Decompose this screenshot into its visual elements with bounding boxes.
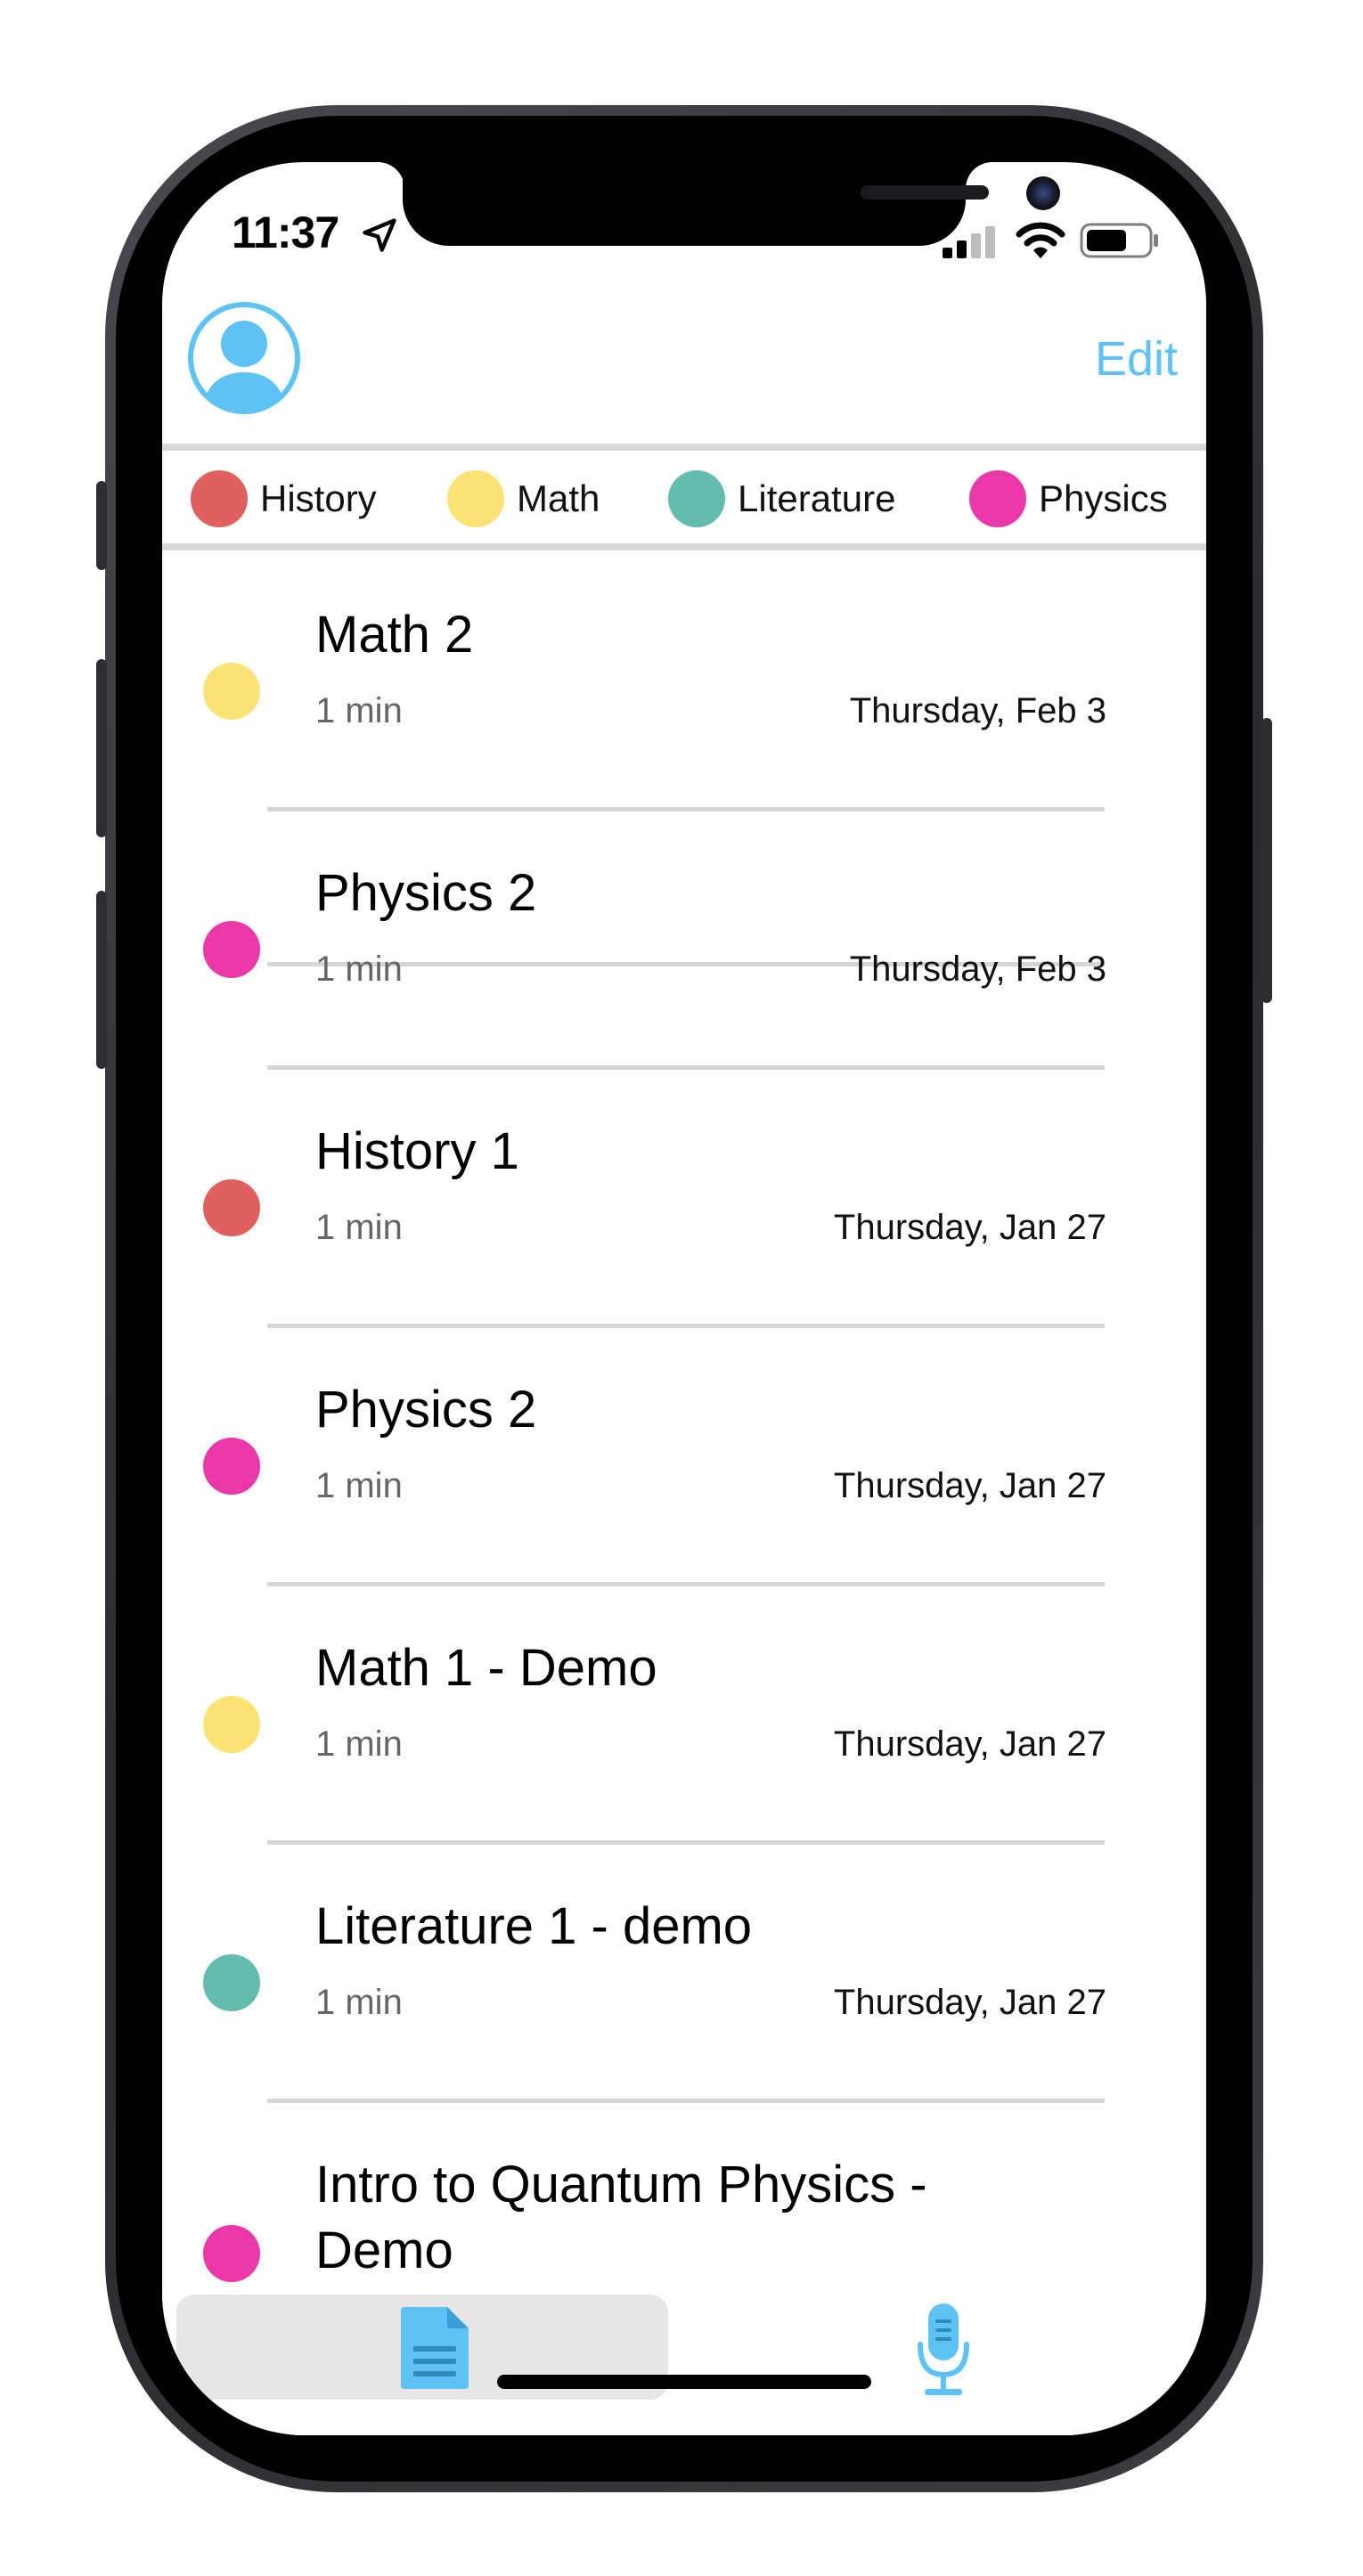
person-circle-icon[interactable] — [187, 301, 301, 415]
list-item[interactable]: Intro to Quantum Physics - Demo — [162, 2134, 1206, 2312]
cellular-signal-icon — [943, 226, 995, 258]
list-item[interactable]: Math 1 - Demo 1 min Thursday, Jan 27 — [162, 1618, 1206, 1876]
recording-duration: 1 min — [315, 1983, 403, 2022]
category-math[interactable]: Math — [447, 470, 600, 527]
row-divider — [267, 1324, 1105, 1328]
category-history[interactable]: History — [191, 470, 377, 527]
row-divider — [267, 807, 1105, 811]
category-label: Literature — [738, 477, 896, 519]
category-color-dot — [668, 470, 725, 527]
category-color-dot — [203, 921, 260, 978]
recording-date: Thursday, Feb 3 — [849, 950, 1106, 989]
recording-duration: 1 min — [315, 691, 403, 730]
recording-duration: 1 min — [315, 950, 403, 989]
recording-title: Physics 2 — [315, 1381, 537, 1439]
category-label: Math — [517, 477, 600, 519]
recording-duration: 1 min — [315, 1466, 403, 1505]
microphone-icon[interactable] — [916, 2303, 971, 2396]
row-divider — [267, 1065, 1105, 1070]
recording-duration: 1 min — [315, 1208, 403, 1247]
notch — [403, 162, 1060, 246]
location-arrow-icon — [363, 218, 396, 252]
category-label: History — [260, 477, 377, 519]
earpiece-speaker — [861, 185, 989, 200]
category-color-dot — [447, 470, 504, 527]
recording-title: Intro to Quantum Physics - Demo — [315, 2156, 927, 2279]
category-color-dot — [203, 2225, 260, 2282]
volume-down-button — [96, 891, 107, 1069]
category-color-dot — [203, 1954, 260, 2011]
recording-title: History 1 — [315, 1122, 519, 1180]
list-item[interactable]: Physics 2 1 min Thursday, Feb 3 — [162, 843, 1206, 1101]
recording-title: Math 2 — [315, 606, 474, 664]
category-color-dot — [969, 470, 1026, 527]
category-color-dot — [203, 1696, 260, 1753]
recording-date: Thursday, Jan 27 — [833, 1466, 1106, 1505]
edit-button[interactable]: Edit — [1095, 331, 1178, 387]
screen: 11:37 Edit History Math Literature Physi… — [162, 162, 1206, 2435]
category-color-dot — [203, 1179, 260, 1236]
row-divider — [267, 1582, 1105, 1586]
category-physics[interactable]: Physics — [969, 470, 1168, 527]
list-item[interactable]: History 1 1 min Thursday, Jan 27 — [162, 1101, 1206, 1359]
document-icon — [401, 2307, 469, 2389]
recording-title: Literature 1 - demo — [315, 1897, 753, 1955]
row-divider — [267, 2099, 1105, 2103]
battery-icon — [1080, 223, 1158, 258]
front-camera — [1026, 176, 1060, 210]
list-item[interactable]: Physics 2 1 min Thursday, Jan 27 — [162, 1359, 1206, 1618]
list-item[interactable]: Literature 1 - demo 1 min Thursday, Jan … — [162, 1876, 1206, 2134]
power-button — [1261, 718, 1272, 1003]
silent-switch — [96, 481, 107, 570]
category-color-dot — [203, 1438, 260, 1495]
category-label: Physics — [1039, 477, 1168, 519]
status-time: 11:37 — [232, 208, 339, 257]
recording-date: Thursday, Jan 27 — [833, 1724, 1106, 1764]
category-color-dot — [191, 470, 248, 527]
recording-date: Thursday, Jan 27 — [833, 1208, 1106, 1247]
volume-up-button — [96, 659, 107, 837]
recording-title: Math 1 - Demo — [315, 1639, 657, 1697]
list-item[interactable]: Math 2 1 min Thursday, Feb 3 — [162, 584, 1206, 843]
recording-duration: 1 min — [315, 1724, 403, 1764]
row-divider — [267, 1840, 1105, 1845]
recording-date: Thursday, Feb 3 — [849, 691, 1106, 730]
wifi-icon — [1016, 222, 1065, 258]
recording-date: Thursday, Jan 27 — [833, 1983, 1106, 2022]
home-indicator[interactable] — [497, 2375, 871, 2389]
category-color-dot — [203, 663, 260, 720]
category-bar: History Math Literature Physics — [162, 444, 1206, 550]
notch-corner — [378, 162, 404, 189]
recording-title: Physics 2 — [315, 864, 537, 922]
tab-bar — [162, 2295, 1206, 2435]
category-literature[interactable]: Literature — [668, 470, 895, 527]
